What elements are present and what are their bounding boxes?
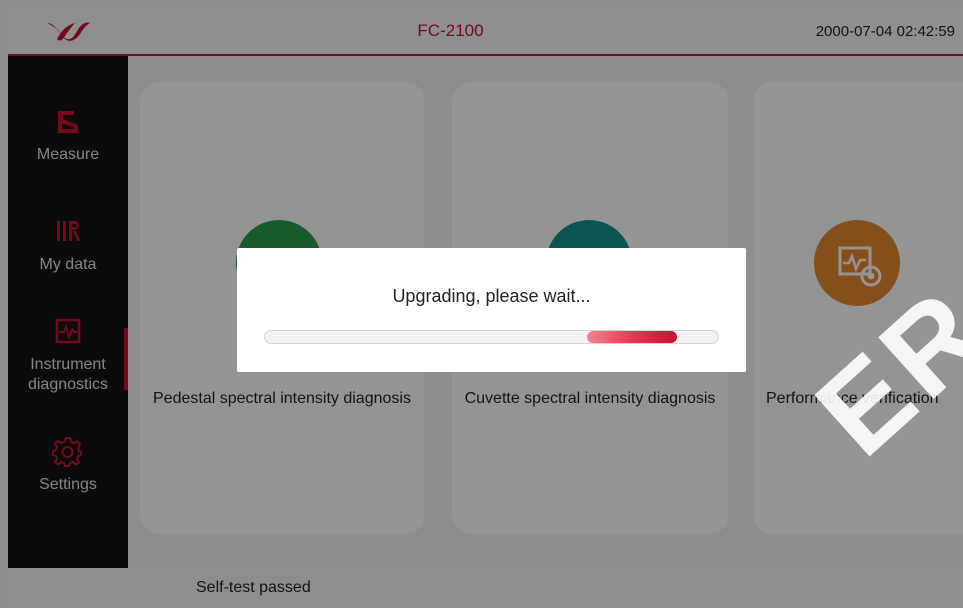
app-screen: FC-2100 2000-07-04 02:42:59 Measure My d… [0,0,963,608]
upgrade-message: Upgrading, please wait... [392,286,591,306]
upgrade-progress-bar [264,330,719,344]
upgrade-progress-fill [586,331,678,343]
upgrade-dialog: Upgrading, please wait... [237,248,746,372]
